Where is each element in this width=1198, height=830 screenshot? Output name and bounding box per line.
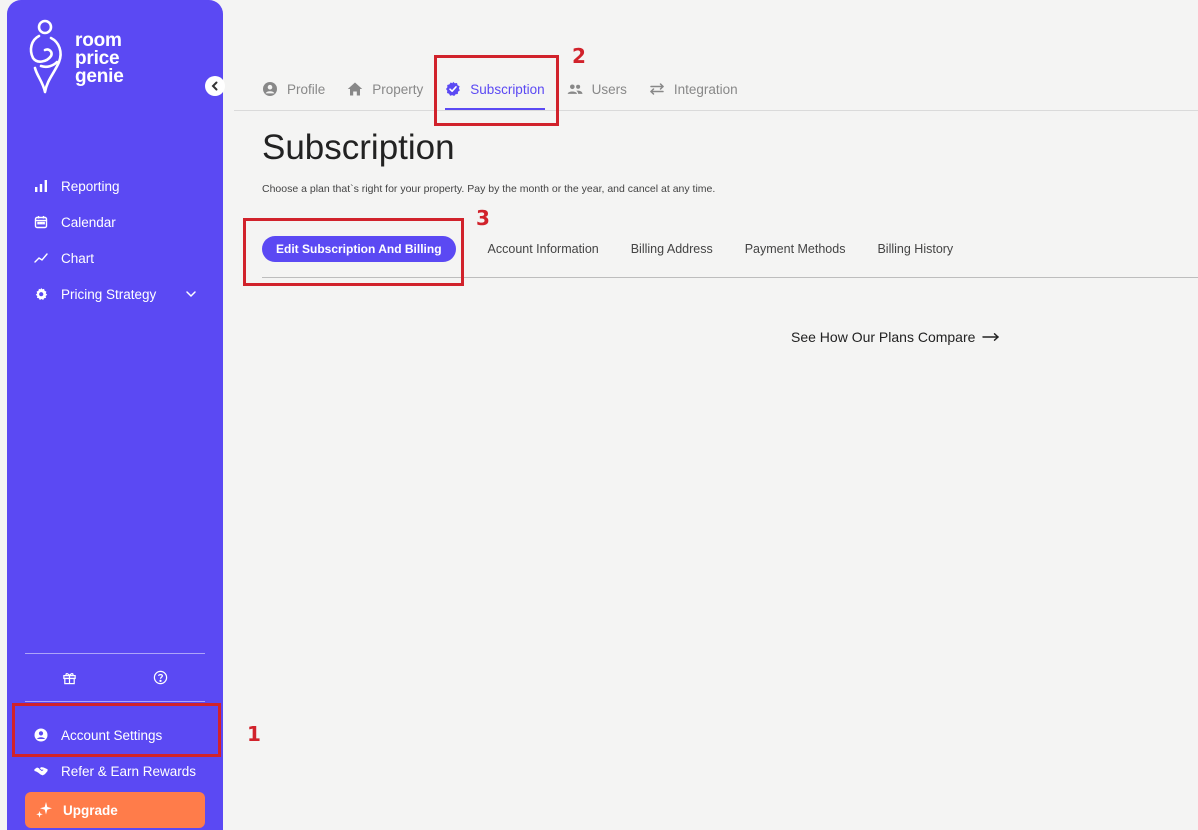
tab-property[interactable]: Property [347,76,423,102]
sidebar-item-refer[interactable]: Refer & Earn Rewards [7,753,223,789]
sidebar-item-label: Pricing Strategy [61,286,157,302]
subtab-billing-address[interactable]: Billing Address [631,242,713,256]
sidebar-item-label: Reporting [61,178,120,194]
annotation-box-3 [243,218,464,286]
tab-label: Property [372,81,424,97]
arrow-right-icon [982,333,1000,341]
subtab-payment-methods[interactable]: Payment Methods [745,242,846,256]
gift-icon[interactable] [60,668,78,686]
tab-integration[interactable]: Integration [649,76,738,102]
sidebar-item-label: Chart [61,250,95,266]
sidebar-item-chart[interactable]: Chart [7,240,223,276]
users-icon [567,81,583,97]
subtab-billing-history[interactable]: Billing History [877,242,953,256]
compare-plans-label: See How Our Plans Compare [791,329,976,345]
brand-name: room price genie [75,31,124,87]
sidebar-utility-icons [7,668,223,688]
sidebar-item-label: Calendar [61,214,116,230]
line-chart-icon [33,250,49,266]
gear-icon [33,286,49,302]
tab-label: Integration [673,81,738,97]
chevron-down-icon[interactable] [185,288,197,300]
tab-users[interactable]: Users [567,76,627,102]
subtab-account-information[interactable]: Account Information [488,242,599,256]
tab-label: Profile [287,81,326,97]
upgrade-button[interactable]: Upgrade [25,792,205,828]
user-circle-icon [262,81,278,97]
collapse-sidebar-button[interactable] [205,76,225,96]
tabs-divider [234,110,1198,111]
sidebar-divider [25,653,205,654]
chevron-left-icon [211,81,218,91]
sparkle-icon [36,802,52,818]
annotation-box-2 [434,55,559,126]
brand-logo[interactable]: room price genie [25,18,124,100]
annotation-number-1: 1 [247,722,261,746]
handshake-icon [33,763,49,779]
annotation-number-3: 3 [476,206,490,230]
swap-arrows-icon [649,81,665,97]
annotation-number-2: 2 [572,44,586,68]
sidebar-item-pricing-strategy[interactable]: Pricing Strategy [7,276,223,312]
bar-chart-icon [33,178,49,194]
annotation-box-1 [12,703,221,757]
genie-logo-icon [29,19,62,94]
sidebar-item-label: Refer & Earn Rewards [61,763,197,779]
sidebar-item-calendar[interactable]: Calendar [7,204,223,240]
sidebar-item-reporting[interactable]: Reporting [7,168,223,204]
brand-line-3: genie [75,66,124,87]
compare-plans-link[interactable]: See How Our Plans Compare [791,329,1000,345]
sidebar-nav: Reporting Calendar Chart Pricing Strateg… [7,168,223,312]
home-icon [347,81,363,97]
upgrade-label: Upgrade [63,802,118,818]
help-circle-icon[interactable] [151,668,169,686]
tab-label: Users [591,81,627,97]
page-subtitle: Choose a plan that`s right for your prop… [262,183,716,195]
calendar-icon [33,214,49,230]
page-title: Subscription [262,128,455,167]
tab-profile[interactable]: Profile [262,76,325,102]
sidebar-divider [25,701,205,702]
